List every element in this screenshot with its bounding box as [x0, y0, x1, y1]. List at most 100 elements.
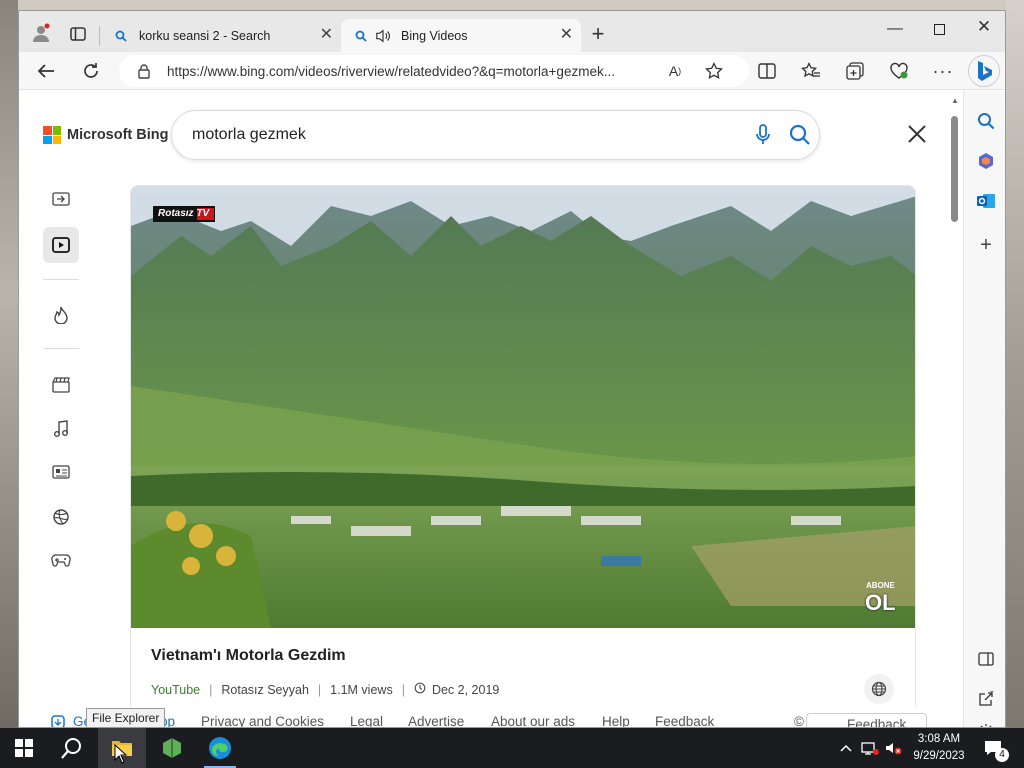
trending-flame-icon[interactable]	[43, 297, 79, 333]
globe-icon[interactable]	[864, 674, 894, 704]
file-explorer-icon[interactable]	[98, 728, 146, 768]
hide-sidebar-icon[interactable]	[976, 649, 996, 669]
network-icon[interactable]	[858, 728, 882, 768]
news-icon[interactable]	[43, 454, 79, 490]
feedback-button[interactable]: Feedback	[806, 713, 927, 727]
sidebar-settings-icon[interactable]	[976, 721, 996, 727]
tab-bing-videos[interactable]: Bing Videos ✕	[341, 19, 581, 52]
browser-essentials-icon[interactable]	[888, 61, 910, 81]
external-link-icon[interactable]	[976, 689, 996, 709]
volume-muted-icon[interactable]	[882, 728, 906, 768]
taskbar-search-icon[interactable]	[48, 728, 96, 768]
system-clock[interactable]: 3:08 AM 9/29/2023	[905, 731, 973, 765]
movies-clapper-icon[interactable]	[43, 367, 79, 403]
sports-ball-icon[interactable]	[43, 499, 79, 535]
lock-icon	[137, 63, 151, 82]
favorite-star-icon[interactable]	[703, 61, 725, 81]
meta-separator: |	[317, 682, 322, 697]
collections-icon[interactable]	[844, 61, 866, 81]
desktop-background-top	[0, 0, 1024, 10]
file-explorer-tooltip: File Explorer	[86, 708, 166, 728]
meta-separator: |	[401, 682, 405, 697]
copyright: ©	[794, 714, 804, 728]
footer-link-feedback[interactable]: Feedback	[655, 714, 714, 727]
subscribe-watermark: OL	[865, 590, 896, 615]
video-tab-icon[interactable]	[43, 227, 79, 263]
bing-logo[interactable]: Microsoft Bing	[43, 126, 169, 144]
sidebar-tools-icon[interactable]	[976, 151, 996, 171]
edge-taskbar-icon[interactable]	[196, 728, 244, 768]
notifications-icon[interactable]: 4	[978, 728, 1009, 768]
meta-separator: |	[209, 682, 213, 697]
video-channel[interactable]: Rotasız Seyyah	[221, 683, 309, 697]
search-icon[interactable]	[789, 124, 811, 151]
add-sidebar-app-icon[interactable]: +	[976, 234, 996, 256]
footer-link-advertise[interactable]: Advertise	[408, 714, 464, 727]
refresh-icon[interactable]	[80, 61, 102, 81]
new-tab-icon[interactable]: +	[589, 21, 607, 46]
video-title[interactable]: Vietnam'ı Motorla Gezdim	[151, 647, 346, 665]
brand-name: Microsoft Bing	[67, 127, 169, 143]
tab-bar: korku seansi 2 - Search ✕ Bing Videos ✕ …	[19, 11, 1005, 52]
read-aloud-icon[interactable]: A)	[664, 61, 686, 81]
browser-window: korku seansi 2 - Search ✕ Bing Videos ✕ …	[18, 10, 1006, 728]
tab-label: korku seansi 2 - Search	[139, 28, 271, 43]
speaker-icon[interactable]	[375, 28, 391, 44]
video-card[interactable]: Rotasız TV ABONE OL Vietnam'ı Motorla Ge…	[130, 185, 916, 727]
channel-watermark: Rotasız TV	[158, 208, 210, 219]
notification-count: 4	[995, 748, 1009, 762]
favorites-icon[interactable]	[800, 61, 822, 81]
page-scrollbar[interactable]: ▲	[949, 96, 959, 716]
footer-link-about-ads[interactable]: About our ads	[491, 714, 575, 727]
tab-label: Bing Videos	[401, 28, 468, 43]
nav-divider	[43, 279, 79, 280]
back-icon[interactable]	[35, 61, 57, 81]
search-box[interactable]: motorla gezmek	[171, 110, 820, 160]
more-menu-icon[interactable]: ···	[932, 61, 954, 81]
show-hidden-icons-icon[interactable]	[836, 728, 856, 768]
search-input[interactable]: motorla gezmek	[192, 126, 306, 144]
video-date: Dec 2, 2019	[431, 682, 500, 697]
microsoft-logo-icon	[43, 126, 61, 144]
tab-actions-icon[interactable]	[69, 25, 87, 43]
close-window-icon[interactable]: ✕	[974, 17, 994, 37]
page-content: Microsoft Bing motorla gezmek Rotasız TV…	[19, 91, 963, 728]
search-icon	[113, 28, 129, 44]
bing-copilot-icon[interactable]	[968, 55, 1000, 87]
tab-divider	[99, 26, 100, 46]
tab-search[interactable]: korku seansi 2 - Search ✕	[101, 19, 341, 52]
search-icon	[353, 28, 369, 44]
profile-avatar-icon[interactable]	[31, 23, 51, 43]
url-field[interactable]: https://www.bing.com/videos/riverview/re…	[119, 55, 749, 87]
desktop-background-right	[1006, 0, 1024, 728]
split-screen-icon[interactable]	[756, 61, 778, 81]
gaming-controller-icon[interactable]	[43, 542, 79, 578]
close-tab-icon[interactable]: ✕	[560, 27, 573, 43]
maximize-icon[interactable]	[929, 19, 949, 39]
video-views: 1.1M views	[330, 682, 393, 697]
scroll-up-arrow[interactable]: ▲	[951, 96, 959, 105]
video-thumbnail[interactable]: Rotasız TV ABONE OL	[131, 186, 915, 628]
minimize-icon[interactable]: —	[885, 19, 905, 39]
close-tab-icon[interactable]: ✕	[320, 27, 333, 43]
desktop-background-left	[0, 0, 18, 728]
footer-link-privacy[interactable]: Privacy and Cookies	[201, 714, 324, 727]
close-viewer-icon[interactable]	[904, 121, 930, 147]
app-download-icon[interactable]	[51, 715, 65, 727]
scrollbar-thumb[interactable]	[951, 116, 958, 222]
url-text: https://www.bing.com/videos/riverview/re…	[167, 63, 615, 79]
video-source[interactable]: YouTube	[151, 683, 200, 697]
start-windows-icon[interactable]	[0, 728, 48, 768]
outlook-icon[interactable]	[976, 191, 996, 211]
taskbar: 3:08 AM 9/29/2023 4	[0, 728, 1024, 768]
footer-link-legal[interactable]: Legal	[350, 714, 383, 727]
video-meta: YouTube | Rotasız Seyyah | 1.1M views | …	[151, 682, 499, 697]
taskbar-app-icon[interactable]	[148, 728, 196, 768]
collapse-panel-icon[interactable]	[43, 181, 79, 217]
nav-divider	[43, 348, 79, 349]
sidebar-search-icon[interactable]	[976, 111, 996, 131]
music-note-icon[interactable]	[43, 411, 79, 447]
footer-link-help[interactable]: Help	[602, 714, 630, 727]
clock-time: 3:08 AM	[917, 733, 961, 745]
microphone-icon[interactable]	[755, 124, 771, 151]
